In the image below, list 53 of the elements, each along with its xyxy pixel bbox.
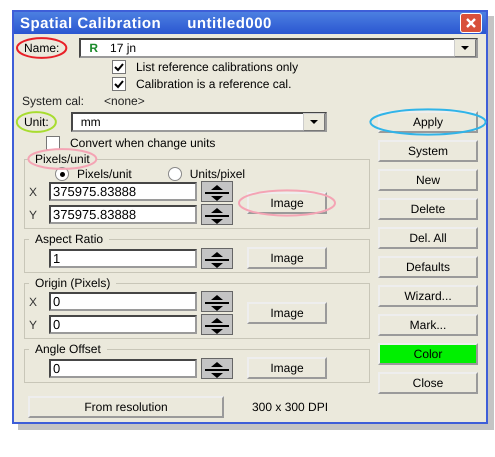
number-field[interactable]: 0 [49,315,197,334]
number-field[interactable]: 0 [49,292,197,311]
side-button[interactable]: Color [378,343,478,365]
window-title: Spatial Calibration [20,14,162,32]
side-button[interactable]: Del. All [378,227,478,249]
side-button[interactable]: System [378,140,478,162]
side-button[interactable]: Close [378,372,478,394]
dropdown-arrow-icon [461,46,469,50]
group-title: Angle Offset [34,341,102,357]
dropdown-arrow-icon [310,120,318,124]
checkbox-option[interactable]: Convert when change units [46,134,370,151]
group-title: Pixels/unit [34,151,91,167]
unit-dropdown[interactable]: mm [70,112,327,132]
system-cal-value: <none> [104,94,145,108]
axis-label: Y [29,208,38,222]
axis-label: X [29,184,38,198]
system-cal-label: System cal: [22,94,84,108]
number-field[interactable]: 375975.83888 [49,205,197,224]
checkbox-option[interactable]: Calibration is a reference cal. [112,75,478,92]
spinner-icon[interactable] [201,291,233,312]
image-button[interactable]: Image [247,357,327,379]
spinner-icon[interactable] [201,204,233,225]
group-title: Aspect Ratio [34,231,104,247]
number-field[interactable]: 0 [49,358,197,378]
number-field[interactable]: 1 [49,248,197,268]
spinner-icon[interactable] [201,314,233,335]
radio-option[interactable]: Units/pixel [168,167,246,181]
axis-label: X [29,294,38,308]
number-field[interactable]: 375975.83888 [49,182,197,201]
side-button[interactable]: Defaults [378,256,478,278]
close-button[interactable] [460,13,482,33]
name-label: Name: [23,40,60,56]
side-button[interactable]: Delete [378,198,478,220]
name-dropdown[interactable]: R 17 jn [79,38,478,58]
axis-label: Y [29,318,38,332]
image-button[interactable]: Image [247,247,327,269]
from-resolution-button[interactable]: From resolution [28,396,224,418]
resolution-text: 300 x 300 DPI [252,400,328,414]
side-button[interactable]: Mark... [378,314,478,336]
side-button[interactable]: Wizard... [378,285,478,307]
radio-option[interactable]: Pixels/unit [55,167,132,181]
spinner-icon[interactable] [201,248,233,268]
checkbox-option[interactable]: List reference calibrations only [112,58,478,75]
close-icon [465,17,477,29]
spinner-icon[interactable] [201,358,233,378]
spinner-icon[interactable] [201,181,233,202]
unit-label: Unit: [23,114,50,130]
group-title: Origin (Pixels) [34,275,112,291]
apply-button[interactable]: Apply [378,111,478,133]
image-button[interactable]: Image [247,192,327,214]
image-button[interactable]: Image [247,302,327,324]
document-name: untitled000 [187,14,273,32]
side-button[interactable]: New [378,169,478,191]
